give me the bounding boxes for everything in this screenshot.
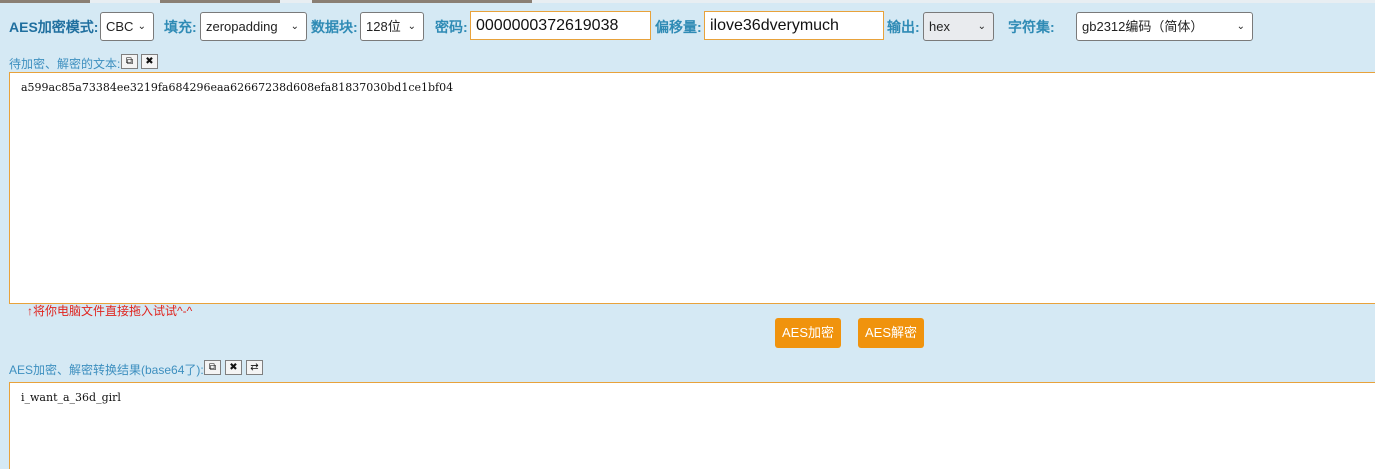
output-textarea[interactable]: i_want_a_36d_girl <box>9 382 1375 469</box>
charset-select[interactable]: gb2312编码（简体） ⌄ <box>1076 12 1253 41</box>
aes-toolbar: AES加密模式: CBC ⌄ 填充: zeropadding ⌄ 数据块: 12… <box>0 11 1375 43</box>
chevron-down-icon: ⌄ <box>290 21 299 32</box>
swap-icon[interactable]: ⇄ <box>246 360 263 375</box>
mode-value: CBC <box>106 19 134 34</box>
iv-label: 偏移量: <box>655 19 702 35</box>
input-textarea[interactable]: a599ac85a73384ee3219fa684296eaa62667238d… <box>9 72 1375 304</box>
copy-icon[interactable]: ⧉ <box>204 360 221 375</box>
chevron-down-icon: ⌄ <box>137 21 146 32</box>
block-value: 128位 <box>366 19 401 34</box>
key-label: 密码: <box>435 19 468 35</box>
padding-label: 填充: <box>164 19 197 35</box>
clear-icon[interactable]: ✖ <box>141 54 158 69</box>
block-select[interactable]: 128位 ⌄ <box>360 12 424 41</box>
encrypt-button[interactable]: AES加密 <box>775 318 842 348</box>
output-select[interactable]: hex ⌄ <box>923 12 994 41</box>
input-section-label: 待加密、解密的文本: <box>9 57 121 71</box>
decrypt-button[interactable]: AES解密 <box>858 318 925 348</box>
chevron-down-icon: ⌄ <box>1236 21 1245 32</box>
copy-icon[interactable]: ⧉ <box>121 54 138 69</box>
chevron-down-icon: ⌄ <box>407 21 416 32</box>
chevron-down-icon: ⌄ <box>977 21 986 32</box>
mode-label: AES加密模式: <box>9 19 99 35</box>
key-input[interactable]: 0000000372619038 <box>470 11 651 40</box>
top-image-strip <box>0 0 1375 3</box>
output-value: hex <box>929 19 950 34</box>
charset-label: 字符集: <box>1008 19 1055 35</box>
output-section-label: AES加密、解密转换结果(base64了): <box>9 363 204 377</box>
block-label: 数据块: <box>311 19 358 35</box>
charset-value: gb2312编码（简体） <box>1082 19 1204 34</box>
padding-value: zeropadding <box>206 19 278 34</box>
drag-hint: ↑将你电脑文件直接拖入试试^-^ <box>27 304 193 318</box>
clear-icon[interactable]: ✖ <box>225 360 242 375</box>
mode-select[interactable]: CBC ⌄ <box>100 12 154 41</box>
output-label: 输出: <box>887 19 920 35</box>
iv-input[interactable]: ilove36dverymuch <box>704 11 884 40</box>
padding-select[interactable]: zeropadding ⌄ <box>200 12 307 41</box>
